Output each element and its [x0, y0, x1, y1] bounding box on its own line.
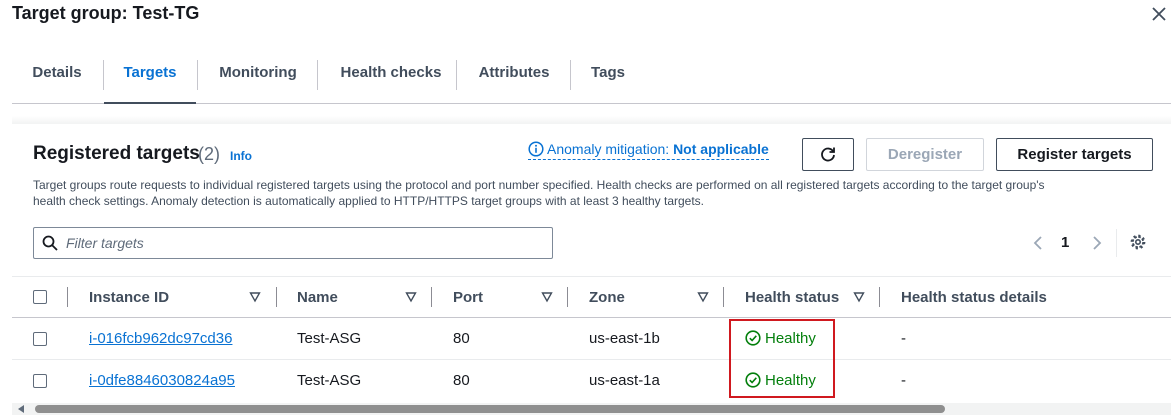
tab-divider: [456, 60, 457, 90]
row-checkbox[interactable]: [33, 332, 47, 346]
close-icon[interactable]: [1150, 5, 1168, 23]
tab-targets[interactable]: Targets: [104, 58, 196, 104]
cell-health-details: -: [901, 330, 906, 347]
tab-monitoring[interactable]: Monitoring: [208, 58, 308, 104]
description-line: Target groups route requests to individu…: [33, 178, 1045, 192]
column-divider: [67, 287, 68, 307]
row-divider: [12, 359, 1171, 360]
search-icon: [42, 235, 58, 251]
section-title: Registered targets: [33, 143, 200, 164]
cell-name: Test-ASG: [297, 330, 362, 347]
chevron-left-icon[interactable]: [1032, 234, 1044, 252]
tab-divider: [570, 60, 571, 90]
column-divider: [879, 287, 880, 307]
deregister-button[interactable]: Deregister: [866, 138, 984, 171]
filter-box: [33, 227, 553, 259]
scroll-left-icon[interactable]: [16, 404, 26, 414]
tab-divider: [197, 60, 198, 90]
column-divider: [431, 287, 432, 307]
tab-details[interactable]: Details: [22, 58, 92, 104]
column-header-port[interactable]: Port: [453, 289, 483, 306]
tab-attributes[interactable]: Attributes: [468, 58, 560, 104]
pager-divider: [1116, 229, 1117, 257]
info-circle-icon: [528, 141, 544, 157]
column-divider: [276, 287, 277, 307]
register-targets-button[interactable]: Register targets: [996, 138, 1153, 171]
cell-zone: us-east-1b: [589, 330, 660, 347]
sort-down-icon[interactable]: [541, 291, 553, 303]
tab-divider: [317, 60, 318, 90]
description-line: health check settings. Anomaly detection…: [33, 194, 705, 208]
tab-health-checks[interactable]: Health checks: [328, 58, 454, 104]
chevron-right-icon[interactable]: [1091, 234, 1103, 252]
health-status-highlight: [729, 319, 835, 398]
cell-port: 80: [453, 330, 470, 347]
page-number[interactable]: 1: [1061, 234, 1069, 251]
horizontal-scrollbar-thumb[interactable]: [35, 405, 945, 413]
cell-port: 80: [453, 372, 470, 389]
anomaly-mitigation-link[interactable]: Anomaly mitigation: Not applicable: [528, 141, 769, 160]
column-header-name[interactable]: Name: [297, 289, 338, 306]
sort-down-icon[interactable]: [853, 291, 865, 303]
anomaly-label: Anomaly mitigation:: [547, 141, 670, 157]
instance-id-link[interactable]: i-016fcb962dc97cd36: [89, 330, 232, 347]
refresh-icon: [821, 147, 835, 162]
column-header-health-status[interactable]: Health status: [745, 289, 839, 306]
cell-health-details: -: [901, 372, 906, 389]
gear-icon[interactable]: [1129, 233, 1147, 251]
target-count: (2): [198, 144, 220, 164]
anomaly-value: Not applicable: [673, 141, 769, 157]
row-checkbox[interactable]: [33, 374, 47, 388]
section-description: Target groups route requests to individu…: [33, 177, 1143, 209]
cell-zone: us-east-1a: [589, 372, 660, 389]
instance-id-link[interactable]: i-0dfe8846030824a95: [89, 372, 235, 389]
select-all-checkbox[interactable]: [33, 290, 47, 304]
refresh-button[interactable]: [802, 138, 854, 171]
column-header-instance-id[interactable]: Instance ID: [89, 289, 169, 306]
sort-down-icon[interactable]: [405, 291, 417, 303]
cell-name: Test-ASG: [297, 372, 362, 389]
tab-bar: Details Targets Monitoring Health checks…: [12, 52, 1171, 104]
column-divider: [567, 287, 568, 307]
sort-down-icon[interactable]: [249, 291, 261, 303]
filter-targets-input[interactable]: [64, 232, 544, 254]
tab-tags[interactable]: Tags: [582, 58, 634, 104]
column-divider: [723, 287, 724, 307]
page-title: Target group: Test-TG: [12, 3, 200, 23]
panel-shadow: [12, 116, 1171, 124]
sort-down-icon[interactable]: [697, 291, 709, 303]
info-link[interactable]: Info: [230, 149, 252, 163]
column-header-zone[interactable]: Zone: [589, 289, 625, 306]
column-header-health-status-details[interactable]: Health status details: [901, 289, 1047, 306]
